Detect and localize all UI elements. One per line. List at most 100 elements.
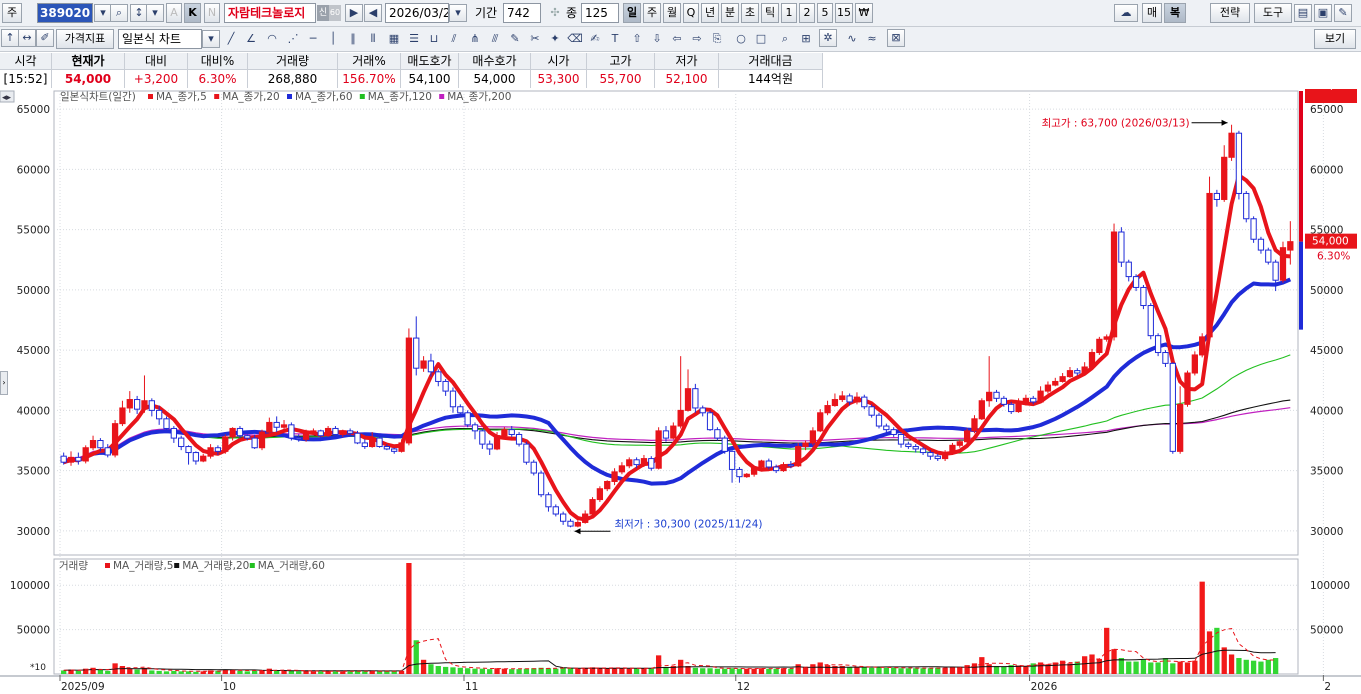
period-button-tick[interactable]: 틱 (761, 3, 779, 23)
period-button-year[interactable]: 년 (701, 3, 719, 23)
period-button-5[interactable]: 5 (817, 3, 833, 23)
paint-icon[interactable]: ✦ (546, 30, 564, 48)
fan-line-icon[interactable]: ⋰ (284, 30, 302, 48)
text-icon[interactable]: T (606, 30, 624, 48)
cycle-icon[interactable]: ⊔ (425, 30, 443, 48)
next-stock-icon[interactable]: ▶ (345, 4, 363, 22)
memo-icon[interactable]: ✍ (586, 30, 604, 48)
strategy-button[interactable]: 전략 (1210, 3, 1250, 23)
wrench-icon[interactable]: ✎ (1334, 4, 1352, 22)
candle-body (464, 412, 471, 426)
buy-button[interactable]: 매 (1142, 3, 1162, 23)
circle-icon[interactable]: ○ (732, 30, 750, 48)
arrow-up-icon[interactable]: ↑ (1, 29, 19, 47)
market-type-button[interactable]: 주 (2, 3, 22, 23)
volume-legend-item: MA_거래량,60 (258, 560, 325, 572)
grid-lines-icon[interactable]: ⦀ (364, 30, 382, 48)
move-icon[interactable]: ✣ (546, 4, 564, 22)
erase-tool-icon[interactable]: ✂ (526, 30, 544, 48)
stock-chart[interactable]: 30000 30000 35000 35000 40000 40000 45000 45000… (0, 80, 1361, 694)
candle-body (604, 480, 611, 490)
expand-horizontal-icon[interactable]: ↔ (18, 29, 36, 47)
wave-icon[interactable]: ∿ (843, 30, 861, 48)
mode-button-n[interactable]: N (204, 3, 220, 23)
currency-button[interactable]: ₩ (855, 3, 873, 23)
price-legend-item: MA_종가,120 (368, 91, 432, 103)
volume-bar (773, 668, 779, 674)
save-icon[interactable]: ▣ (1314, 4, 1332, 22)
period-button-week[interactable]: 주 (643, 3, 661, 23)
angle-line-icon[interactable]: ∠ (242, 30, 260, 48)
period-button-minute[interactable]: 분 (721, 3, 739, 23)
prev-stock-icon[interactable]: ◀ (364, 4, 382, 22)
search-icon[interactable]: ⌕ (110, 4, 128, 22)
insert-icon[interactable]: ⎘ (708, 30, 726, 48)
folder-open-icon[interactable]: ▤ (1294, 4, 1312, 22)
volume-bar (442, 666, 449, 674)
pencil-icon[interactable]: ✎ (506, 30, 524, 48)
vertical-line-icon[interactable]: │ (324, 30, 342, 48)
period-button-15[interactable]: 15 (835, 3, 853, 23)
zoom-area-icon[interactable]: ⊞ (797, 30, 815, 48)
edit-icon[interactable]: ✐ (36, 29, 54, 47)
calendar-dropdown-arrow[interactable]: ▾ (449, 4, 467, 22)
period-button-day[interactable]: 일 (623, 3, 641, 23)
copy-button[interactable]: 복 (1164, 3, 1186, 23)
right-arrow-icon[interactable]: ⇨ (688, 30, 706, 48)
period-button-1[interactable]: 1 (781, 3, 797, 23)
stock-code-input[interactable]: 389020 (37, 3, 93, 23)
trendline-icon[interactable]: ╱ (222, 30, 240, 48)
arc-icon[interactable]: ◠ (263, 30, 281, 48)
side-panel-toggle[interactable]: › (0, 371, 8, 395)
chart-type-select[interactable]: 일본식 차트 (118, 29, 202, 49)
candle-body (728, 450, 736, 470)
period-button-quarter[interactable]: Q (683, 3, 699, 23)
rectangle-icon[interactable]: □ (752, 30, 770, 48)
candle-body (883, 425, 890, 431)
volume-bar (296, 671, 302, 674)
tools-button[interactable]: 도구 (1254, 3, 1292, 23)
current-price-marker-label: 54,000 (1312, 236, 1349, 248)
collapse-arrows-icon[interactable]: ◂▸ (2, 93, 12, 103)
sort-dropdown-arrow[interactable]: ▾ (146, 4, 164, 22)
volume-bar (905, 668, 912, 674)
chart-canvas[interactable]: 30000 30000 35000 35000 40000 40000 45000 45000… (0, 80, 1361, 694)
channel-icon[interactable]: ⫽ (445, 30, 463, 48)
clear-drawings-icon[interactable]: ⊠ (887, 29, 905, 47)
period-input[interactable]: 742 (503, 3, 541, 23)
up-arrow-icon[interactable]: ⇧ (628, 30, 646, 48)
speed-line-icon[interactable]: ⫻ (486, 30, 504, 48)
volume-bar (61, 670, 67, 674)
mode-button-k[interactable]: K (184, 3, 201, 23)
period-button-2[interactable]: 2 (799, 3, 815, 23)
andrews-pitchfork-icon[interactable]: ⋔ (466, 30, 484, 48)
candle-body (677, 409, 684, 427)
candle-body (376, 437, 383, 448)
zoom-icon[interactable]: ⌕ (776, 30, 794, 48)
horizontal-line-icon[interactable]: ─ (304, 30, 322, 48)
count-input[interactable]: 125 (581, 3, 619, 23)
time-axis-label: 12 (737, 681, 750, 693)
price-indicator-button[interactable]: 가격지표 (56, 29, 114, 49)
parallel-lines-icon[interactable]: ∥ (344, 30, 362, 48)
cloud-icon[interactable]: ☁ (1114, 4, 1138, 22)
eraser-icon[interactable]: ⌫ (566, 30, 584, 48)
volume-bar (1023, 666, 1029, 674)
mode-button-a[interactable]: A (166, 3, 182, 23)
candle-body (200, 455, 207, 462)
table-icon[interactable]: ▦ (385, 30, 403, 48)
fibonacci-icon[interactable]: ☰ (405, 30, 423, 48)
period-button-month[interactable]: 월 (663, 3, 681, 23)
volume-bar (266, 668, 272, 674)
view-button[interactable]: 보기 (1314, 29, 1356, 49)
left-arrow-icon[interactable]: ⇦ (668, 30, 686, 48)
volume-bar (641, 668, 647, 674)
crosshair-icon[interactable]: ✲ (819, 29, 837, 47)
down-arrow-icon[interactable]: ⇩ (648, 30, 666, 48)
chart-type-dropdown-arrow[interactable]: ▾ (202, 30, 220, 48)
wave-analysis-icon[interactable]: ≈ (863, 30, 881, 48)
volume-bar (898, 668, 904, 674)
period-button-second[interactable]: 초 (741, 3, 759, 23)
volume-bar (428, 664, 434, 674)
date-input[interactable]: 2026/03/24 (385, 3, 449, 23)
